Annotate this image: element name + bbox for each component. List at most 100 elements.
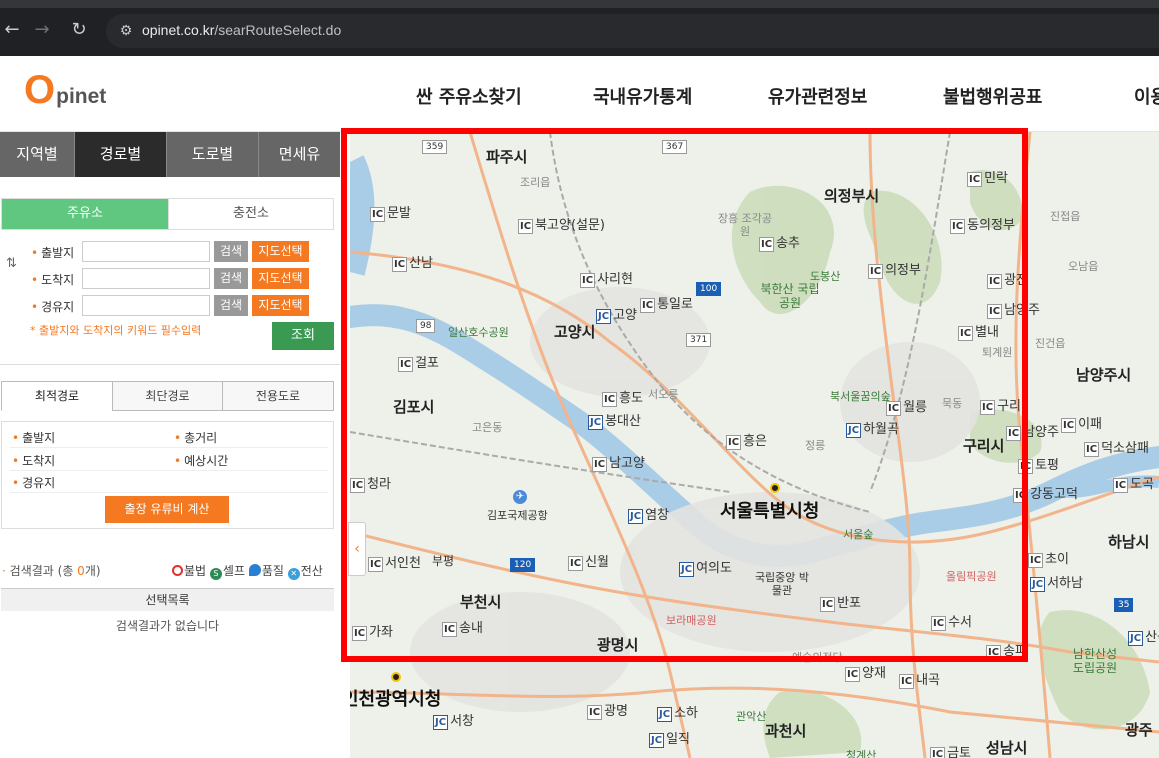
place-jinkeon: 진건읍 [1035,337,1066,350]
place-gwanaksan: 관악산 [736,710,767,723]
jc-seochang: JC 서창 [433,710,474,730]
end-search-button[interactable]: 검색 [214,268,248,289]
ic-name: 덕소삼패 [1101,441,1149,456]
jc-badge: JC [1030,577,1046,592]
logo-o: O [24,68,56,112]
summary-eta: • 예상시간 [174,454,229,468]
nav-usage[interactable]: 이용 [1134,83,1159,109]
ic-choi: IC 초이 [1028,548,1069,568]
end-input[interactable] [82,268,210,289]
start-search-button[interactable]: 검색 [214,241,248,262]
nav-price-info[interactable]: 유가관련정보 [768,83,867,109]
self-service-icon: S [209,568,222,580]
city-hanam: 하남시 [1108,533,1150,551]
travel-fuel-cost-button[interactable]: 출장 유류비 계산 [105,496,229,523]
ic-name: 광명 [604,704,628,719]
quality-icon [248,564,261,576]
illegal-icon [172,565,183,576]
subtab-charging-station[interactable]: 충전소 [168,199,333,229]
summary-eta-text: 예상시간 [184,454,229,468]
ic-badge: IC [1028,553,1044,568]
address-bar[interactable]: ⚙ opinet.co.kr/searRouteSelect.do [106,14,1159,48]
waypoint-row: • 경유지 검색 지도선택 [0,294,340,318]
ic-deokso: IC 덕소삼패 [1084,437,1149,457]
jc-seohanam: JC 서하남 [1030,572,1083,592]
city-incheon: 인천광역시청 [350,689,442,710]
site-info-icon[interactable]: ⚙ [116,21,136,41]
url-host: opinet.co.kr [142,22,215,38]
ic-name: 서하남 [1047,576,1083,591]
start-map-select-button[interactable]: 지도선택 [252,241,309,262]
lookup-button[interactable]: 조회 [272,322,334,350]
ic-name: 도곡 [1130,477,1154,492]
tab-region[interactable]: 지역별 [0,132,75,177]
ic-name: 금토 [947,746,971,758]
legend-illegal: 불법 [184,564,207,578]
divider [10,492,328,493]
ic-name: 내곡 [916,673,940,688]
end-label: • 도착지 [31,273,75,287]
ic-name: 소하 [674,706,698,721]
tab-shortest-route[interactable]: 최단경로 [112,381,223,411]
summary-distance: • 총거리 [174,431,218,445]
ic-gwangmyeong: IC 광명 [587,700,628,720]
ic-ipae: IC 이패 [1061,413,1102,433]
legend-computerized: 전산 [300,564,323,578]
route-shield-35: 35 [1114,598,1134,612]
ic-badge: IC [587,705,603,720]
ic-badge: IC [845,667,861,682]
ic-naegok: IC 내곡 [899,669,940,689]
ic-badge: IC [1113,478,1129,493]
jc-sangok: JC산곡 [1128,626,1159,646]
tab-optimal-route[interactable]: 최적경로 [1,381,113,411]
jc-badge: JC [649,733,665,748]
nav-illegal-disclosure[interactable]: 불법행위공표 [943,83,1042,109]
tab-route[interactable]: 경로별 [75,132,167,177]
start-row: • 출발지 검색 지도선택 [0,240,340,264]
forward-arrow-icon[interactable]: → [30,18,54,42]
nav-cheap-station[interactable]: 싼 주유소찾기 [416,83,522,109]
city-namyangju: 남양주시 [1076,366,1132,384]
tab-expressway[interactable]: 전용도로 [222,381,334,411]
ic-badge: IC [930,747,946,758]
city-gwacheon: 과천시 [765,722,807,740]
incheon-cityhall-marker-icon[interactable] [391,672,401,682]
reload-icon[interactable]: ↻ [67,18,91,42]
summary-waypoint-text: 경유지 [22,476,56,490]
legend-self: 셀프 [222,564,246,578]
waypoint-map-select-button[interactable]: 지도선택 [252,295,309,316]
ic-name: 산곡 [1145,630,1159,645]
place-cheonggyesan: 청계산 [846,749,877,758]
tab-strip [0,0,1159,8]
tab-taxfree[interactable]: 면세유 [259,132,340,177]
summary-end-text: 도착지 [22,454,56,468]
legend-quality: 품질 [261,564,284,578]
ic-badge: IC [899,674,915,689]
end-map-select-button[interactable]: 지도선택 [252,268,309,289]
ic-geumto: IC 금토 [930,742,971,758]
tab-road[interactable]: 도로별 [167,132,259,177]
search-panel: 지역별 경로별 도로별 면세유 주유소 충전소 ⇅ • 출발지 검색 지도선택 •… [0,132,340,758]
station-legend: 불법 S 셀프 품질 ✕ 전산 [172,562,323,580]
waypoint-label: • 경유지 [31,300,75,314]
ic-name: 일직 [666,732,690,747]
ic-name: 강동고덕 [1030,487,1078,502]
place-namhansanseong: 남한산성 도립공원 [1072,647,1118,675]
logo-text: pinet [56,85,107,108]
result-suffix: 개) [84,564,101,578]
waypoint-search-button[interactable]: 검색 [214,295,248,316]
start-input[interactable] [82,241,210,262]
ic-name: 이패 [1078,417,1102,432]
jc-badge: JC [433,715,449,730]
summary-end: • 도착지 [12,454,56,468]
station-type-tabs: 주유소 충전소 [1,198,334,230]
summary-start: • 출발지 [12,431,56,445]
empty-result-message: 검색결과가 없습니다 [115,619,220,633]
waypoint-input[interactable] [82,295,210,316]
nav-domestic-stats[interactable]: 국내유가통계 [593,83,692,109]
subtab-gas-station[interactable]: 주유소 [2,199,168,229]
result-prefix: 검색결과 (총 [9,564,78,578]
ic-name: 초이 [1045,552,1069,567]
back-arrow-icon[interactable]: ← [0,18,24,42]
opinet-logo[interactable]: Opinet [24,68,106,118]
